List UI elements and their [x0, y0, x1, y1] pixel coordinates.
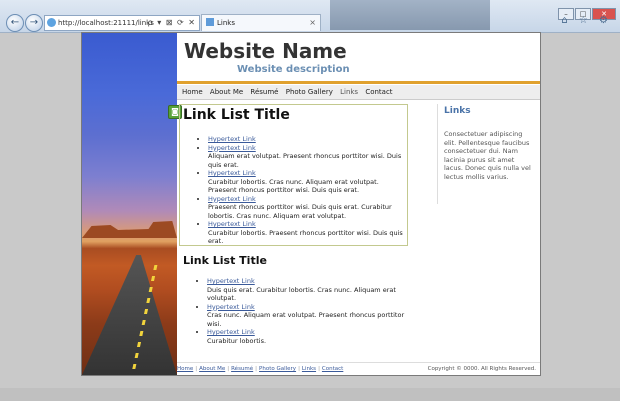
desert-road-image [82, 33, 177, 375]
footer-separator: | [298, 366, 300, 372]
list-item-text: Praesent rhoncus porttitor wisi. Duis qu… [208, 203, 392, 220]
link-list-title-2: Link List Title [183, 254, 267, 267]
sidebar-title: Links [444, 106, 471, 116]
link-list-2: Hypertext LinkDuis quis erat. Curabitur … [207, 277, 407, 345]
footer-link-contact[interactable]: Contact [322, 366, 343, 372]
browser-chrome: ← → http://localhost:21111/links ρ ▾ ⊠ ⟳… [0, 0, 620, 33]
sidebar-divider [437, 104, 438, 204]
site-name: Website Name [184, 39, 347, 63]
list-item-text: Duis quis erat. Curabitur lobortis. Cras… [207, 285, 396, 303]
footer-link-links[interactable]: Links [302, 366, 316, 372]
tab-page-icon [206, 18, 214, 26]
footer-separator: | [318, 366, 320, 372]
link-list-title: Link List Title [183, 107, 290, 123]
window-controls: – □ ✕ [557, 1, 616, 20]
back-arrow-icon[interactable]: ← [6, 14, 24, 32]
footer-link-resume[interactable]: Résumé [231, 366, 253, 372]
close-tab-icon[interactable]: × [309, 15, 316, 31]
tab-title: Links [217, 19, 235, 27]
nav-item-links[interactable]: Links [340, 88, 358, 96]
hypertext-link[interactable]: Hypertext Link [208, 220, 256, 228]
tab-links[interactable]: Links × [201, 14, 321, 31]
list-item: Hypertext LinkCurabitur lobortis. Praese… [208, 220, 404, 246]
url-text: http://localhost:21111/links [58, 19, 154, 27]
hypertext-link[interactable]: Hypertext Link [207, 277, 255, 285]
address-bar[interactable]: http://localhost:21111/links ρ ▾ ⊠ ⟳ ✕ [44, 15, 200, 31]
list-item: Hypertext LinkCurabitur lobortis. Cras n… [208, 169, 404, 195]
list-item: Hypertext Link [208, 135, 404, 144]
nav-item-about-me[interactable]: About Me [210, 88, 243, 96]
hypertext-link[interactable]: Hypertext Link [207, 328, 255, 336]
list-item-text: Curabitur lobortis. Cras nunc. Aliquam e… [208, 177, 379, 195]
hypertext-link[interactable]: Hypertext Link [208, 144, 256, 152]
road-shape [82, 255, 177, 375]
list-item: Hypertext LinkDuis quis erat. Curabitur … [207, 277, 407, 303]
list-item: Hypertext LinkAliquam erat volutpat. Pra… [208, 144, 404, 170]
link-list: Hypertext Link Hypertext LinkAliquam era… [208, 135, 404, 246]
footer-link-home[interactable]: Home [177, 366, 193, 372]
hypertext-link[interactable]: Hypertext Link [207, 303, 255, 311]
status-bar [0, 388, 620, 401]
mesa-shape [82, 221, 177, 238]
list-item-text: Curabitur lobortis. Praesent rhoncus por… [208, 228, 403, 246]
list-item: Hypertext LinkCras nunc. Aliquam erat vo… [207, 303, 407, 329]
footer-link-about-me[interactable]: About Me [199, 366, 225, 372]
footer-separator: | [255, 366, 258, 372]
link-list-panel: Link List Title Hypertext Link Hypertext… [179, 104, 408, 246]
main-nav: Home About Me Résumé Photo Gallery Links… [177, 85, 540, 100]
browser-toolbar-icons[interactable]: ⌂ ☆ ⚙ [561, 15, 612, 26]
hypertext-link[interactable]: Hypertext Link [208, 135, 256, 143]
footer-separator: | [195, 366, 198, 372]
site-description: Website description [237, 64, 350, 75]
hypertext-link[interactable]: Hypertext Link [208, 195, 256, 203]
footer-link-photo-gallery[interactable]: Photo Gallery [259, 366, 296, 372]
sidebar-text: Consectetuer adipiscing elit. Pellentesq… [444, 130, 531, 181]
forward-arrow-icon[interactable]: → [25, 14, 43, 32]
nav-item-contact[interactable]: Contact [365, 88, 392, 96]
nav-item-resume[interactable]: Résumé [250, 88, 278, 96]
background-window-strip [330, 0, 490, 30]
copyright-text: Copyright © 0000. All Rights Reserved. [427, 366, 536, 372]
nav-item-photo-gallery[interactable]: Photo Gallery [286, 88, 333, 96]
site-footer: Home | About Me | Résumé | Photo Gallery | Links… [177, 362, 540, 375]
footer-separator: | [227, 366, 230, 372]
address-bar-icons[interactable]: ρ ▾ ⊠ ⟳ ✕ [148, 16, 196, 30]
list-item: Hypertext LinkCurabitur lobortis. [207, 328, 407, 345]
list-item-text: Curabitur lobortis. [207, 336, 267, 345]
page-globe-icon [47, 18, 56, 27]
list-item: Hypertext LinkPraesent rhoncus porttitor… [208, 195, 404, 221]
hypertext-link[interactable]: Hypertext Link [208, 169, 256, 177]
list-item-text: Aliquam erat volutpat. Praesent rhoncus … [208, 152, 402, 169]
site-header: Website Name Website description [177, 33, 540, 81]
nav-item-home[interactable]: Home [182, 88, 203, 96]
web-page: Website Name Website description Home Ab… [81, 32, 541, 376]
header-divider [177, 81, 540, 84]
list-item-text: Cras nunc. Aliquam erat volutpat. Praese… [207, 311, 405, 328]
